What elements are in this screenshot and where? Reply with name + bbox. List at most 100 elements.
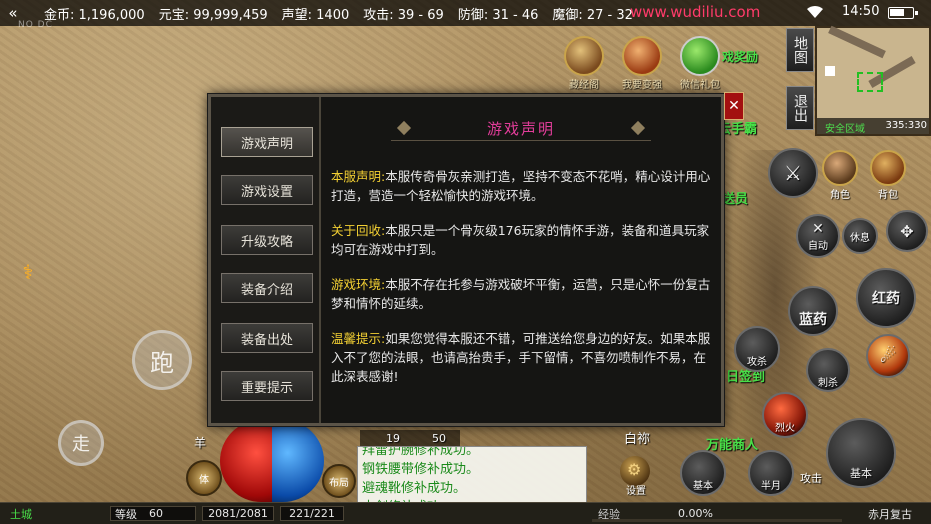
mp-orb xyxy=(272,420,324,502)
menu-game-settings[interactable]: 游戏设置 xyxy=(221,175,313,205)
player-marker-icon: ⚕ xyxy=(22,260,34,284)
exp-bar xyxy=(592,519,842,522)
minimap-road xyxy=(828,25,886,59)
npc-tag-north: 白祢 xyxy=(624,432,651,447)
npc-tag-merchant: 万能商人 xyxy=(706,438,759,453)
notice-section: 温馨提示:如果您觉得本服还不错，可推送给您身边的好友。如果本服入不了您的法眼，也… xyxy=(331,329,711,386)
skill-thrust-button[interactable]: 刺杀 xyxy=(806,348,850,392)
menu-game-notice[interactable]: 游戏声明 xyxy=(221,127,313,157)
game-notice-dialog: 游戏声明 游戏设置 升级攻略 装备介绍 装备出处 重要提示 游戏声明 本服声明:… xyxy=(208,94,724,426)
exit-button-label: 退出 xyxy=(792,94,808,122)
skill-blaze-button[interactable]: 烈火 xyxy=(762,392,808,438)
level-label: 等级 xyxy=(115,507,137,521)
fireball-icon: ☄ xyxy=(879,345,897,367)
skill-attack-slash-button[interactable]: 攻杀 xyxy=(734,326,780,372)
fire-skill-button[interactable]: ☄ xyxy=(866,334,910,378)
section-keyword: 游戏环境: xyxy=(331,277,386,292)
library-icon xyxy=(564,36,604,76)
bag-label: 背包 xyxy=(878,190,898,201)
section-text: 如果您觉得本服还不错，可推送给您身边的好友。如果本服入不了您的法眼，也请高抬贵手… xyxy=(331,331,711,384)
server-name: 赤月复古 xyxy=(868,507,912,521)
skill-halfmoon-button[interactable]: 半月 xyxy=(748,450,794,496)
dialog-title: 游戏声明 xyxy=(486,119,555,138)
get-stronger-button[interactable]: 我要变强 xyxy=(614,36,670,91)
hud-counter-b: 50 xyxy=(432,432,446,445)
skill-basic-slot-label: 基本 xyxy=(693,480,713,492)
wechat-gift-label: 微信礼包 xyxy=(680,80,720,91)
hp-mp-orb-frame: 体 布局 xyxy=(186,420,360,504)
blue-potion-label: 蓝药 xyxy=(799,312,827,328)
run-label: 跑 xyxy=(150,348,174,377)
skill-basic-slot-button[interactable]: 基本 xyxy=(680,450,726,496)
skill-halfmoon-label: 半月 xyxy=(761,480,781,492)
title-ornament-right xyxy=(630,120,646,136)
body-label: 体 xyxy=(199,474,209,486)
basic-attack-button[interactable]: 基本 xyxy=(826,418,896,488)
hud-counter-a: 19 xyxy=(386,432,400,445)
dialog-close-button[interactable]: ✕ xyxy=(724,92,744,120)
defense-stat: 防御: 31 - 46 xyxy=(457,7,539,23)
library-button[interactable]: 藏经阁 xyxy=(556,36,612,91)
move-arrows-icon: ✥ xyxy=(900,221,914,241)
role-label: 角色 xyxy=(830,190,850,201)
minimap[interactable]: 安全区域 335:330 xyxy=(815,25,931,136)
skill-thrust-label: 刺杀 xyxy=(818,377,838,389)
wifi-icon xyxy=(807,5,823,18)
menu-equipment-source[interactable]: 装备出处 xyxy=(221,323,313,353)
skill-attack-slash-label: 攻杀 xyxy=(747,356,767,368)
title-ornament-left xyxy=(396,120,412,136)
wechat-gift-button[interactable]: 微信礼包 xyxy=(672,36,728,91)
rest-button[interactable]: 休息 xyxy=(842,218,878,254)
dpad-button[interactable]: ✥ xyxy=(886,210,928,252)
menu-important-tips[interactable]: 重要提示 xyxy=(221,371,313,401)
status-bar: « 金币: 1,196,000 元宝: 99,999,459 声望: 1400 … xyxy=(0,0,931,26)
chat-line: 拜雷护腕修补成功。 xyxy=(362,446,480,458)
warrior-icon xyxy=(622,36,662,76)
library-label: 藏经阁 xyxy=(569,80,599,91)
safe-zone-label: 安全区域 xyxy=(825,124,865,135)
chat-line: 避魂靴修补成功。 xyxy=(362,481,467,496)
map-button[interactable]: 地图 xyxy=(786,28,814,72)
hud-counter-bar: 19 50 xyxy=(360,430,460,446)
minimap-view-box xyxy=(857,72,883,92)
body-button[interactable]: 体 xyxy=(186,460,222,496)
run-button[interactable]: 跑 xyxy=(132,330,192,390)
chat-line: 钢铁腰带修补成功。 xyxy=(362,462,480,477)
section-text: 本服只是一个骨灰级176玩家的情怀手游，装备和道具玩家均可在游戏中打到。 xyxy=(331,223,710,257)
settings-label: 设置 xyxy=(626,486,646,497)
blue-potion-button[interactable]: 蓝药 xyxy=(788,286,838,336)
npc-tag-send: 送员 xyxy=(722,192,749,207)
minimap-player-dot xyxy=(825,66,835,76)
basic-attack-label: 基本 xyxy=(850,467,872,480)
section-text: 本服不存在托参与游戏破坏平衡，运营，只是心怀一份复古梦和情怀的延续。 xyxy=(331,277,711,311)
red-potion-button[interactable]: 红药 xyxy=(856,268,916,328)
level-value: 60 xyxy=(149,507,163,520)
menu-equipment-intro[interactable]: 装备介绍 xyxy=(221,273,313,303)
role-button[interactable]: 角色 xyxy=(822,150,858,201)
minimap-zone-bar: 安全区域 335:330 xyxy=(817,118,929,135)
auto-button[interactable]: ✕ 自动 xyxy=(796,214,840,258)
exit-button[interactable]: 退出 xyxy=(786,86,814,130)
menu-leveling-guide[interactable]: 升级攻略 xyxy=(221,225,313,255)
get-stronger-label: 我要变强 xyxy=(622,80,662,91)
layout-label: 布局 xyxy=(329,477,349,489)
coordinates: 335:330 xyxy=(885,120,927,131)
weapon-skill-button[interactable]: ⚔ xyxy=(768,148,818,198)
walk-button[interactable]: 走 xyxy=(58,420,104,466)
dialog-content: 本服声明:本服传奇骨灰亲测打造，坚持不变态不花哨，精心设计用心打造，营造一个轻松… xyxy=(331,167,711,402)
red-potion-label: 红药 xyxy=(872,291,900,307)
yuanbao-stat: 元宝: 99,999,459 xyxy=(158,7,268,23)
hp-orb xyxy=(220,420,272,502)
bag-icon xyxy=(870,150,906,186)
debug-watermark: NO DC xyxy=(18,20,53,30)
bag-button[interactable]: 背包 xyxy=(870,150,906,201)
clock: 14:50 xyxy=(842,4,880,19)
dialog-menu: 游戏声明 游戏设置 升级攻略 装备介绍 装备出处 重要提示 xyxy=(211,97,321,423)
sword-icon: ⚔ xyxy=(784,161,802,185)
layout-button[interactable]: 布局 xyxy=(322,464,356,498)
walk-label: 走 xyxy=(72,434,90,455)
role-icon xyxy=(822,150,858,186)
npc-tag-reward: 戏奖励 xyxy=(722,50,759,64)
notice-section: 关于回收:本服只是一个骨灰级176玩家的情怀手游，装备和道具玩家均可在游戏中打到… xyxy=(331,221,711,259)
map-button-label: 地图 xyxy=(792,36,808,64)
